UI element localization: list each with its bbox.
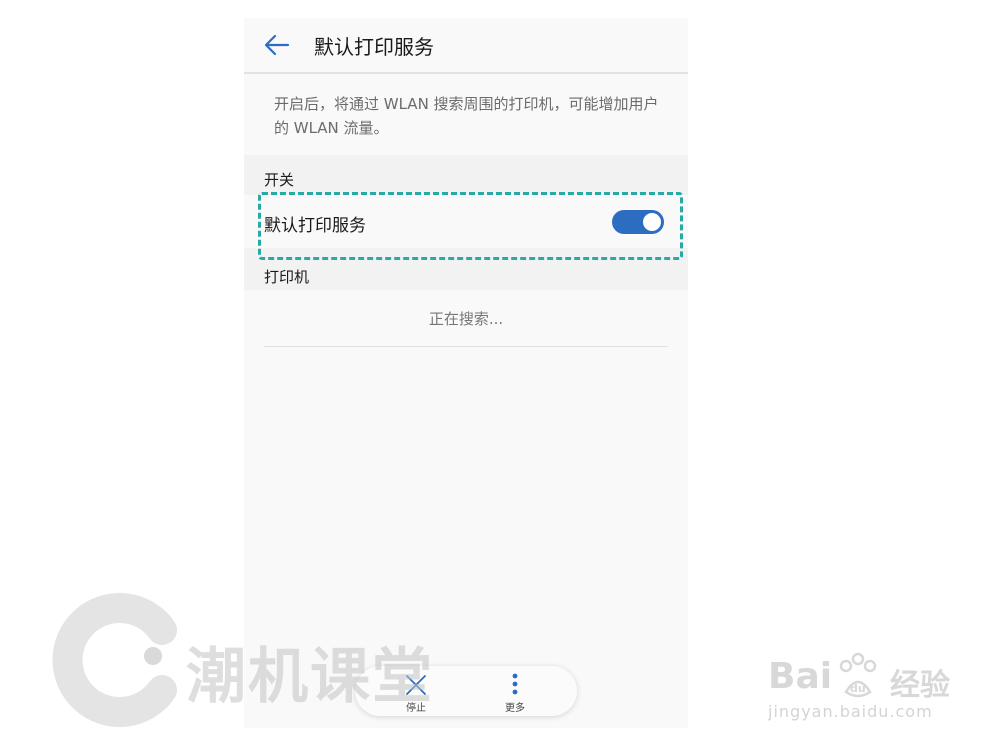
switch-section-label: 开关 bbox=[264, 171, 295, 189]
description-text: 开启后，将通过 WLAN 搜索周围的打印机，可能增加用户的 WLAN 流量。 bbox=[274, 95, 659, 137]
highlight-box bbox=[258, 192, 683, 260]
arrow-left-icon[interactable] bbox=[262, 30, 292, 60]
switch-section-header: 开关 bbox=[244, 155, 688, 195]
paw-icon: du bbox=[839, 652, 877, 698]
more-label: 更多 bbox=[505, 703, 525, 714]
more-vertical-icon bbox=[512, 673, 518, 695]
baidu-url: jingyan.baidu.com bbox=[768, 702, 933, 721]
baidu-suffix: 经验 bbox=[890, 668, 950, 703]
watermark-logo-icon bbox=[52, 593, 177, 727]
svg-text:du: du bbox=[850, 682, 866, 695]
watermark-text: 潮机课堂 bbox=[186, 642, 434, 712]
printers-section-label: 打印机 bbox=[264, 268, 310, 286]
baidu-name: Bai bbox=[768, 656, 833, 697]
more-button[interactable]: 更多 bbox=[475, 666, 555, 716]
baidu-watermark: Bai du 经验 jingyan.baidu.com bbox=[760, 640, 970, 730]
divider bbox=[264, 346, 668, 347]
page-title: 默认打印服务 bbox=[314, 35, 434, 59]
phone-screen: 默认打印服务 开启后，将通过 WLAN 搜索周围的打印机，可能增加用户的 WLA… bbox=[244, 18, 688, 728]
app-header: 默认打印服务 bbox=[244, 18, 688, 74]
searching-status: 正在搜索... bbox=[428, 310, 504, 328]
